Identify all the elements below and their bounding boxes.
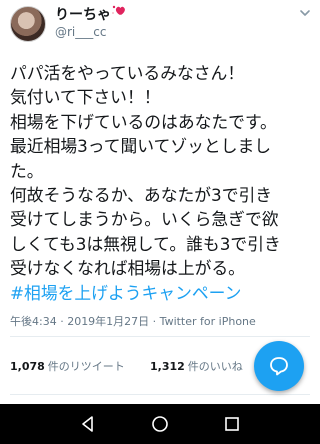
hashtag-link[interactable]: #相場を上げようキャンペーン <box>10 281 315 305</box>
divider <box>10 336 310 337</box>
tweet-line: パパ活をやっているみなさん！ <box>10 63 245 83</box>
tweet-line: 受けなくなれば相場は上がる。 <box>10 258 245 279</box>
heart-sparkle-icon <box>112 5 125 15</box>
recents-icon[interactable] <box>222 414 242 434</box>
likes-stat[interactable]: 1,312 件のいいね <box>150 358 243 374</box>
tweet-body: パパ活をやっているみなさん！ 気付いて下さい！！ 相場を下げているのはあなたです… <box>10 61 315 305</box>
retweets-label: 件のリツイート <box>47 360 125 373</box>
tweet-line: しくても3は無視して。誰も3で引き <box>10 233 281 254</box>
retweets-stat[interactable]: 1,078 件のリツイート <box>10 358 125 374</box>
tweet-line: た。 <box>10 160 44 181</box>
user-handle[interactable]: @ri___cc <box>55 25 106 39</box>
divider <box>10 394 310 395</box>
likes-label: 件のいいね <box>187 360 243 373</box>
reply-fab-button[interactable] <box>254 341 304 391</box>
tweet-line: 相場を下げているのはあなたです。 <box>10 111 277 132</box>
tweet-header: りーちゃ @ri___cc <box>0 0 320 50</box>
retweets-count: 1,078 <box>10 360 45 373</box>
likes-count: 1,312 <box>150 360 185 373</box>
avatar[interactable] <box>10 6 46 42</box>
reply-bubble-icon <box>270 357 288 376</box>
tweet-line: 最近相場3って聞いてゾッとしまし <box>10 136 272 157</box>
tweet-line: 気付いて下さい！！ <box>10 87 161 108</box>
tweet-timestamp[interactable]: 午後4:34 · 2019年1月27日 · Twitter for iPhone <box>10 313 256 329</box>
back-icon[interactable] <box>78 414 98 434</box>
tweet-line: 何故そうなるか、あなたが3で引き <box>10 185 273 206</box>
display-name[interactable]: りーちゃ <box>55 4 111 24</box>
tweet-line: 受けてしまうから。いくら急ぎで欲 <box>10 209 279 230</box>
home-icon[interactable] <box>150 414 170 434</box>
chevron-down-icon[interactable] <box>298 6 312 20</box>
system-nav-bar <box>0 404 320 444</box>
